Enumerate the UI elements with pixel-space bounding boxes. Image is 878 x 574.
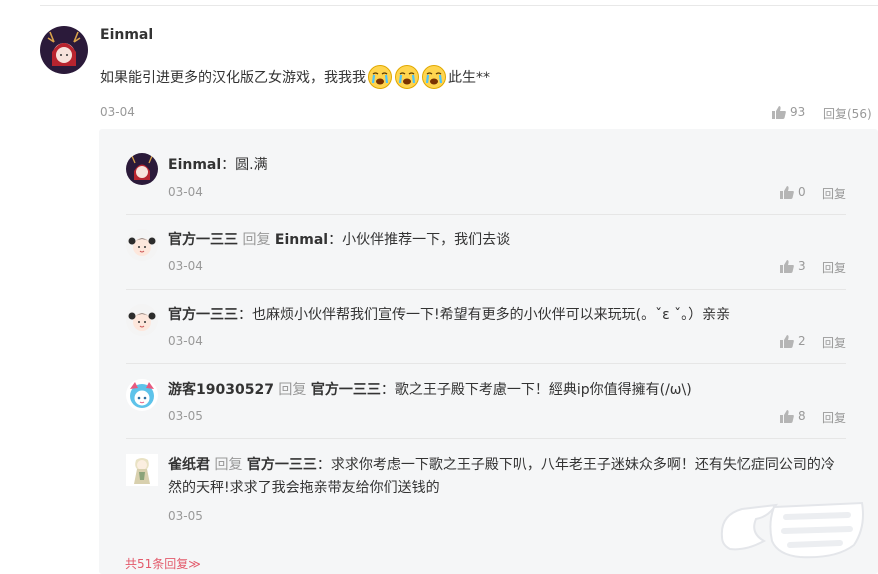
thumbs-up-icon [772, 105, 786, 119]
thumbs-up-icon [780, 334, 794, 348]
reply-item: 游客19030527 回复 官方一三三：歌之王子殿下考慮一下！經典ip你值得擁有… [126, 378, 846, 439]
like-count: 2 [798, 334, 806, 348]
reply-text: 游客19030527 回复 官方一三三：歌之王子殿下考慮一下！經典ip你值得擁有… [168, 379, 692, 402]
avatar[interactable] [126, 379, 158, 411]
comment-date: 03-04 [100, 105, 135, 119]
reply-content: 歌之王子殿下考慮一下！經典ip你值得擁有(/ω\) [394, 382, 692, 398]
like-button[interactable]: 2 [780, 334, 806, 348]
like-count: 93 [790, 105, 806, 119]
reply-button[interactable]: 回复 [822, 259, 846, 276]
reply-button[interactable]: 回复(56) [823, 105, 872, 122]
comment-username[interactable]: Einmal [100, 27, 153, 43]
reply-username[interactable]: 雀纸君 [168, 457, 210, 473]
reply-username[interactable]: Einmal [168, 157, 221, 173]
separator: ： [238, 307, 252, 323]
reply-text: 官方一三三：也麻烦小伙伴帮我们宣传一下!希望有更多的小伙伴可以来玩玩(。ˇε ˇ… [168, 304, 730, 327]
like-button[interactable]: 0 [780, 185, 806, 199]
reply-text: Einmal：圆.满 [168, 154, 268, 177]
thumbs-up-icon [780, 259, 794, 273]
emoji-group [367, 64, 447, 90]
like-count: 8 [798, 409, 806, 423]
more-replies-link[interactable]: 共51条回复≫ [125, 555, 201, 572]
reply-item: Einmal：圆.满 03-04 0 回复 [126, 153, 846, 215]
avatar[interactable] [126, 153, 158, 185]
like-button[interactable]: 3 [780, 259, 806, 273]
reply-word: 回复 [242, 232, 271, 248]
avatar[interactable] [40, 26, 88, 74]
reply-word: 回复 [214, 457, 243, 473]
crying-face-icon [395, 65, 419, 89]
avatar[interactable] [126, 454, 158, 486]
thumbs-up-icon [780, 185, 794, 199]
reply-target-username[interactable]: Einmal [275, 232, 328, 248]
reply-date: 03-05 [168, 409, 203, 423]
reply-date: 03-04 [168, 259, 203, 273]
reply-content: 小伙伴推荐一下，我们去谈 [342, 232, 511, 248]
reply-content: 圆.满 [235, 157, 268, 173]
reply-date: 03-04 [168, 185, 203, 199]
watermark-logo [720, 501, 864, 559]
reply-button[interactable]: 回复 [822, 185, 846, 202]
reply-username[interactable]: 官方一三三 [168, 232, 238, 248]
reply-button[interactable]: 回复 [822, 409, 846, 426]
reply-text: 雀纸君 回复 官方一三三：求求你考虑一下歌之王子殿下叭，八年老王子迷妹众多啊！还… [168, 454, 840, 500]
comment-text-after: 此生** [448, 70, 490, 86]
comment-text-before: 如果能引进更多的汉化版乙女游戏，我我我 [100, 70, 366, 86]
reply-text: 官方一三三 回复 Einmal：小伙伴推荐一下，我们去谈 [168, 229, 510, 252]
separator: ： [380, 382, 395, 398]
reply-content: 也麻烦小伙伴帮我们宣传一下!希望有更多的小伙伴可以来玩玩(。ˇε ˇ。）亲亲 [252, 307, 731, 323]
separator: ： [316, 457, 331, 473]
reply-target-username[interactable]: 官方一三三 [311, 382, 381, 398]
like-button[interactable]: 8 [780, 409, 806, 423]
reply-word: 回复 [278, 382, 307, 398]
like-count: 0 [798, 185, 806, 199]
reply-username[interactable]: 官方一三三 [168, 307, 238, 323]
like-count: 3 [798, 259, 806, 273]
crying-face-icon [368, 65, 392, 89]
reply-button[interactable]: 回复 [822, 334, 846, 351]
comment-text: 如果能引进更多的汉化版乙女游戏，我我我 此生** [100, 64, 490, 90]
top-divider [40, 5, 878, 6]
thumbs-up-icon [780, 409, 794, 423]
separator: ： [328, 232, 343, 248]
avatar[interactable] [126, 229, 158, 261]
crying-face-icon [422, 65, 446, 89]
reply-date: 03-05 [168, 509, 203, 523]
like-button[interactable]: 93 [772, 105, 805, 119]
reply-item: 官方一三三 回复 Einmal：小伙伴推荐一下，我们去谈 03-04 3 回复 [126, 228, 846, 290]
reply-target-username[interactable]: 官方一三三 [247, 457, 317, 473]
reply-date: 03-04 [168, 334, 203, 348]
avatar[interactable] [126, 304, 158, 336]
reply-item: 官方一三三：也麻烦小伙伴帮我们宣传一下!希望有更多的小伙伴可以来玩玩(。ˇε ˇ… [126, 303, 846, 364]
reply-username[interactable]: 游客19030527 [168, 382, 274, 398]
separator: ： [221, 157, 236, 173]
